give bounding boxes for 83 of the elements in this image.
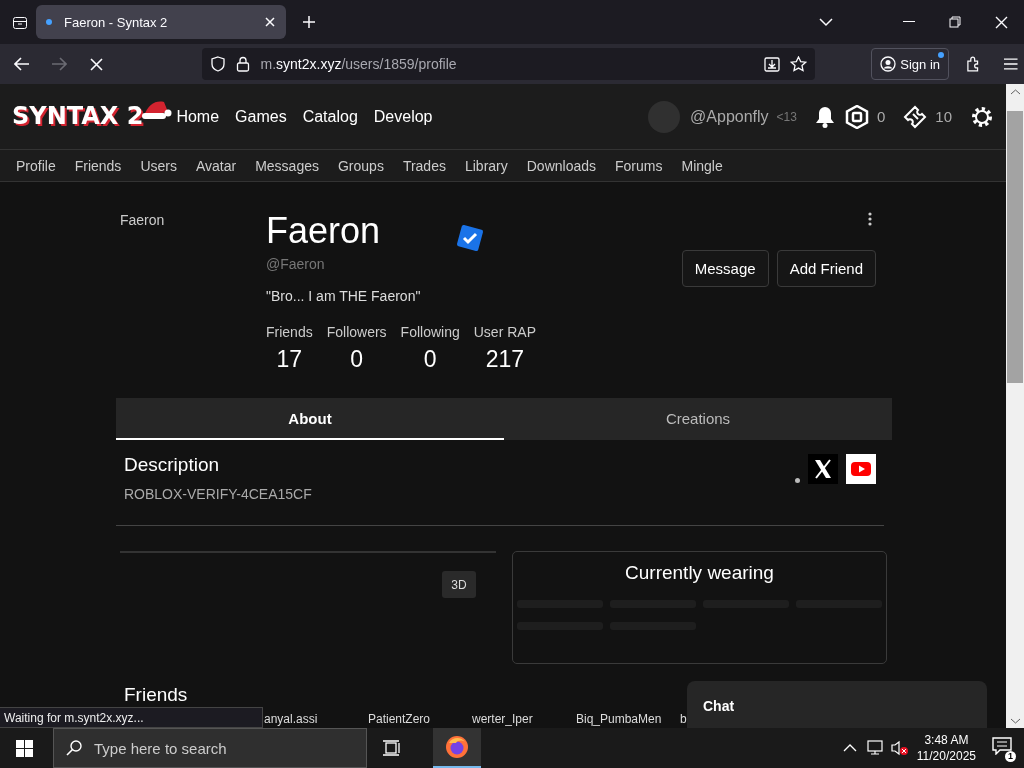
x-logo-icon[interactable] — [808, 454, 838, 484]
stat-value: 0 — [350, 346, 364, 373]
ticket-icon[interactable] — [903, 104, 928, 129]
stat-label: User RAP — [473, 324, 536, 340]
currency-icon[interactable] — [844, 104, 869, 129]
browser-tab[interactable]: Faeron - Syntax 2 — [36, 5, 286, 39]
nav-link[interactable]: Home — [176, 107, 220, 126]
task-view-icon[interactable] — [383, 740, 401, 756]
stat-label: Following — [400, 324, 460, 340]
minimize-icon[interactable] — [903, 21, 915, 23]
friend-name[interactable]: PatientZero — [368, 712, 472, 726]
chat-panel[interactable]: Chat — [687, 681, 987, 728]
site-logo[interactable]: SYNTAX 2 — [12, 100, 147, 133]
user-icon — [880, 56, 897, 72]
settings-icon[interactable] — [970, 104, 994, 129]
search-icon — [66, 740, 82, 756]
status-text: "Bro... I am THE Faeron" — [266, 288, 422, 304]
windows-start-icon[interactable] — [16, 739, 33, 757]
sign-in-button[interactable]: Sign in — [871, 48, 949, 80]
stat-value: 217 — [485, 346, 525, 373]
stat-value: 17 — [276, 346, 303, 373]
section-heading: Friends — [124, 684, 188, 706]
description-text: ROBLOX-VERIFY-4CEA15CF — [124, 486, 312, 502]
ticket-count: 10 — [935, 108, 952, 125]
action-button[interactable]: Add Friend — [776, 250, 876, 287]
subnav-link[interactable]: Messages — [255, 157, 319, 174]
subnav-link[interactable]: Avatar — [195, 157, 237, 174]
notification-count: 1 — [1005, 751, 1016, 762]
friend-name[interactable]: werter_Iper — [472, 712, 576, 726]
clock-date: 11/20/2025 — [916, 748, 976, 764]
card-title: Currently wearing — [624, 562, 775, 584]
extensions-icon[interactable] — [965, 56, 981, 72]
display-name: Faeron — [266, 212, 381, 250]
scroll-up-icon[interactable] — [1010, 89, 1020, 95]
status-tooltip: Waiting for m.synt2x.xyz... — [0, 707, 263, 728]
action-button[interactable]: Message — [681, 250, 769, 287]
subnav-link[interactable]: Forums — [615, 157, 663, 174]
username: @Faeron — [266, 256, 326, 272]
clock-time: 3:48 AM — [924, 732, 969, 748]
chevron-up-icon[interactable] — [842, 744, 857, 752]
subnav-link[interactable]: Library — [464, 157, 508, 174]
nav-link[interactable]: Catalog — [302, 107, 358, 126]
bell-icon[interactable] — [814, 105, 835, 128]
view-3d-button[interactable]: 3D — [442, 571, 476, 598]
subnav-link[interactable]: Groups — [337, 157, 384, 174]
stat-value: 0 — [423, 346, 437, 373]
nav-link[interactable]: Games — [235, 107, 287, 126]
chevron-down-icon[interactable] — [819, 17, 833, 27]
subnav-link[interactable]: Mingle — [681, 157, 723, 174]
new-tab-icon[interactable] — [302, 15, 316, 29]
friend-name[interactable]: anyal.assi — [264, 712, 368, 726]
scroll-down-icon[interactable] — [1010, 718, 1020, 724]
restore-icon[interactable] — [949, 16, 961, 28]
close-icon[interactable] — [995, 15, 1008, 29]
age-label: <13 — [776, 109, 797, 124]
chat-title: Chat — [703, 698, 735, 714]
subnav-link[interactable]: Users — [140, 157, 177, 174]
nav-link[interactable]: Develop — [373, 107, 433, 126]
subnav-link[interactable]: Profile — [16, 157, 56, 174]
stat-label: Friends — [266, 324, 313, 340]
stat-label: Followers — [326, 324, 387, 340]
section-heading: Description — [124, 454, 221, 476]
tab[interactable]: Creations — [504, 398, 892, 440]
profile-name: Faeron — [120, 212, 165, 228]
friend-name[interactable]: Biq_PumbaMen — [576, 712, 680, 726]
tab-list-icon[interactable] — [12, 14, 28, 30]
taskbar-search-field[interactable]: Type here to search — [53, 728, 367, 768]
subnav-link[interactable]: Trades — [402, 157, 446, 174]
more-options-icon[interactable] — [868, 212, 872, 226]
youtube-logo-icon[interactable] — [846, 454, 876, 484]
volume-muted-icon[interactable] — [890, 740, 909, 756]
browser-taskbar-icon[interactable] — [433, 728, 481, 768]
network-icon[interactable] — [866, 740, 885, 756]
close-icon[interactable] — [264, 16, 276, 28]
address-bar[interactable]: m.synt2x.xyz/users/1859/profile — [202, 48, 816, 80]
loading-dot-icon — [46, 19, 52, 25]
currency-count: 0 — [876, 108, 886, 125]
subnav-link[interactable]: Friends — [74, 157, 122, 174]
menu-icon[interactable] — [1004, 58, 1018, 70]
friend-name[interactable]: b — [680, 712, 687, 726]
username[interactable]: @Apponfly — [690, 107, 769, 126]
tab[interactable]: About — [116, 398, 504, 440]
subnav-link[interactable]: Downloads — [526, 157, 596, 174]
